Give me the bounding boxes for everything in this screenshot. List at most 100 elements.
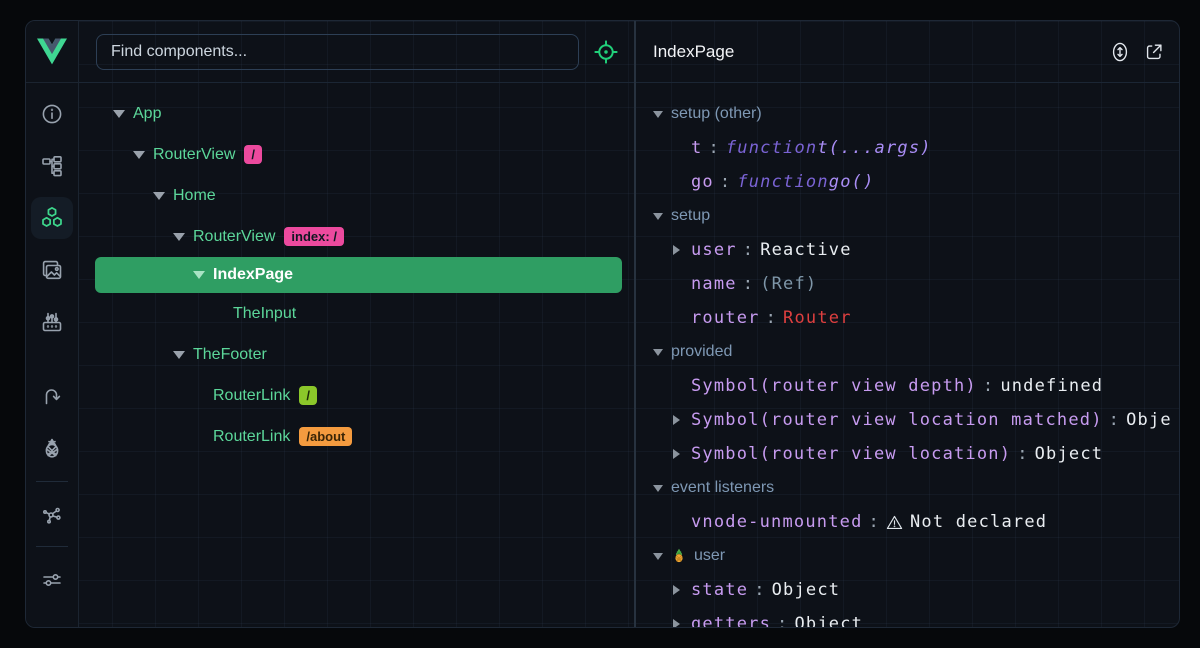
expander-down-icon[interactable]	[153, 192, 165, 200]
settings-icon	[40, 568, 64, 592]
sidebar-item-assets[interactable]	[31, 249, 73, 291]
state-key: t	[691, 138, 702, 158]
sidebar-item-components-tree[interactable]	[31, 145, 73, 187]
state-row-state[interactable]: state:Object	[636, 573, 1173, 607]
expander-down-icon[interactable]	[133, 151, 145, 159]
colon: :	[983, 376, 994, 396]
sidebar-item-graph[interactable]	[31, 494, 73, 536]
expander-down-icon[interactable]	[653, 213, 663, 220]
section-label: setup (other)	[671, 105, 762, 123]
info-icon	[40, 102, 64, 126]
warning-icon	[886, 514, 903, 531]
scroll-to-component-icon[interactable]	[1109, 41, 1131, 63]
router-icon	[40, 384, 64, 408]
sidebar-item-timeline[interactable]	[31, 301, 73, 343]
state-value: Object	[794, 614, 863, 627]
tree-node-routerlink[interactable]: RouterLink /	[79, 375, 634, 416]
state-row-user[interactable]: user:Reactive	[636, 233, 1173, 267]
open-in-editor-icon[interactable]	[1143, 41, 1165, 63]
component-label: RouterLink	[213, 428, 290, 446]
colon: :	[869, 512, 880, 532]
expander-right-icon[interactable]	[673, 619, 680, 627]
vue-logo[interactable]	[26, 21, 78, 83]
expander-down-icon[interactable]	[653, 553, 663, 560]
state-value: Object	[1035, 444, 1104, 464]
inspector-state: setup (other) t:function t(...args)go:fun…	[636, 83, 1173, 627]
tree-node-app[interactable]: App	[79, 93, 634, 134]
state-row-getters[interactable]: getters:Object	[636, 607, 1173, 627]
tree-node-thefooter[interactable]: TheFooter	[79, 334, 634, 375]
component-tree-panel: App RouterView/Home RouterViewindex: /Inde…	[79, 21, 634, 627]
state-value: Object	[772, 580, 841, 600]
route-badge: index: /	[284, 227, 344, 246]
inspect-element-icon[interactable]	[593, 39, 619, 65]
state-key: Symbol(router view location matched)	[691, 410, 1103, 430]
state-row-router[interactable]: router:Router	[636, 301, 1173, 335]
sidebar-item-info[interactable]	[31, 93, 73, 135]
section-event-listeners[interactable]: event listeners	[636, 471, 1173, 505]
components-tree-icon	[40, 154, 64, 178]
state-row-t[interactable]: t:function t(...args)	[636, 131, 1173, 165]
state-value: t(...args)	[817, 138, 931, 158]
route-badge: /	[299, 386, 317, 405]
search-input[interactable]	[96, 34, 579, 70]
colon: :	[1109, 410, 1120, 430]
expander-down-icon[interactable]	[113, 110, 125, 118]
section-setup-other-[interactable]: setup (other)	[636, 97, 1173, 131]
state-value: undefined	[1000, 376, 1103, 396]
sidebar-item-router[interactable]	[31, 375, 73, 417]
section-setup[interactable]: setup	[636, 199, 1173, 233]
state-row-symbol-router-view-depth-[interactable]: Symbol(router view depth):undefined	[636, 369, 1173, 403]
state-row-vnode-unmounted[interactable]: vnode-unmounted: Not declared	[636, 505, 1173, 539]
expander-down-icon[interactable]	[653, 349, 663, 356]
vue-devtools-window: AppRouterView/HomeRouterViewindex: /Inde…	[25, 20, 1180, 628]
pinia-store-icon	[671, 548, 687, 564]
tree-node-routerview[interactable]: RouterViewindex: /	[79, 216, 634, 257]
section-user[interactable]: user	[636, 539, 1173, 573]
expander-down-icon[interactable]	[653, 111, 663, 118]
state-row-symbol-router-view-location-[interactable]: Symbol(router view location):Object	[636, 437, 1173, 471]
sidebar-item-components[interactable]	[31, 197, 73, 239]
component-label: RouterLink	[213, 387, 290, 405]
state-key: Symbol(router view location)	[691, 444, 1011, 464]
component-label: Home	[173, 187, 216, 205]
state-key: vnode-unmounted	[691, 512, 863, 532]
expander-right-icon[interactable]	[673, 449, 680, 459]
state-key: go	[691, 172, 714, 192]
sidebar-nav	[26, 83, 78, 627]
state-value: Router	[783, 308, 852, 328]
component-tree: App RouterView/Home RouterViewindex: /Inde…	[79, 83, 634, 627]
inspector-panel: IndexPage	[636, 21, 1179, 627]
sidebar-item-pinia[interactable]	[31, 427, 73, 469]
section-label: event listeners	[671, 479, 774, 497]
tree-node-routerlink[interactable]: RouterLink/about	[79, 416, 634, 457]
section-provided[interactable]: provided	[636, 335, 1173, 369]
graph-icon	[40, 503, 64, 527]
expander-down-icon[interactable]	[653, 485, 663, 492]
pinia-icon	[40, 436, 64, 460]
component-label: TheFooter	[193, 346, 267, 364]
state-value: (Ref)	[760, 274, 817, 294]
tree-node-home[interactable]: Home	[79, 175, 634, 216]
state-row-symbol-router-view-location-matched-[interactable]: Symbol(router view location matched):Obj…	[636, 403, 1173, 437]
state-value: Reactive	[760, 240, 851, 260]
tree-node-routerview[interactable]: RouterView/	[79, 134, 634, 175]
inspector-header: IndexPage	[636, 21, 1179, 83]
expander-right-icon[interactable]	[673, 585, 680, 595]
tree-node-theinput[interactable]: TheInput	[79, 293, 634, 334]
expander-down-icon[interactable]	[173, 351, 185, 359]
expander-down-icon[interactable]	[173, 233, 185, 241]
state-row-name[interactable]: name: (Ref)	[636, 267, 1173, 301]
route-badge: /about	[299, 427, 352, 446]
expander-right-icon[interactable]	[673, 245, 680, 255]
sidebar-item-settings[interactable]	[31, 559, 73, 601]
colon: :	[754, 580, 765, 600]
section-label: user	[694, 547, 725, 565]
state-value: Not declared	[910, 512, 1047, 532]
component-label: App	[133, 105, 161, 123]
expander-down-icon[interactable]	[193, 271, 205, 279]
expander-right-icon[interactable]	[673, 415, 680, 425]
tree-node-indexpage[interactable]: IndexPage	[95, 257, 622, 293]
state-row-go[interactable]: go:function go()	[636, 165, 1173, 199]
state-key: name	[691, 274, 737, 294]
